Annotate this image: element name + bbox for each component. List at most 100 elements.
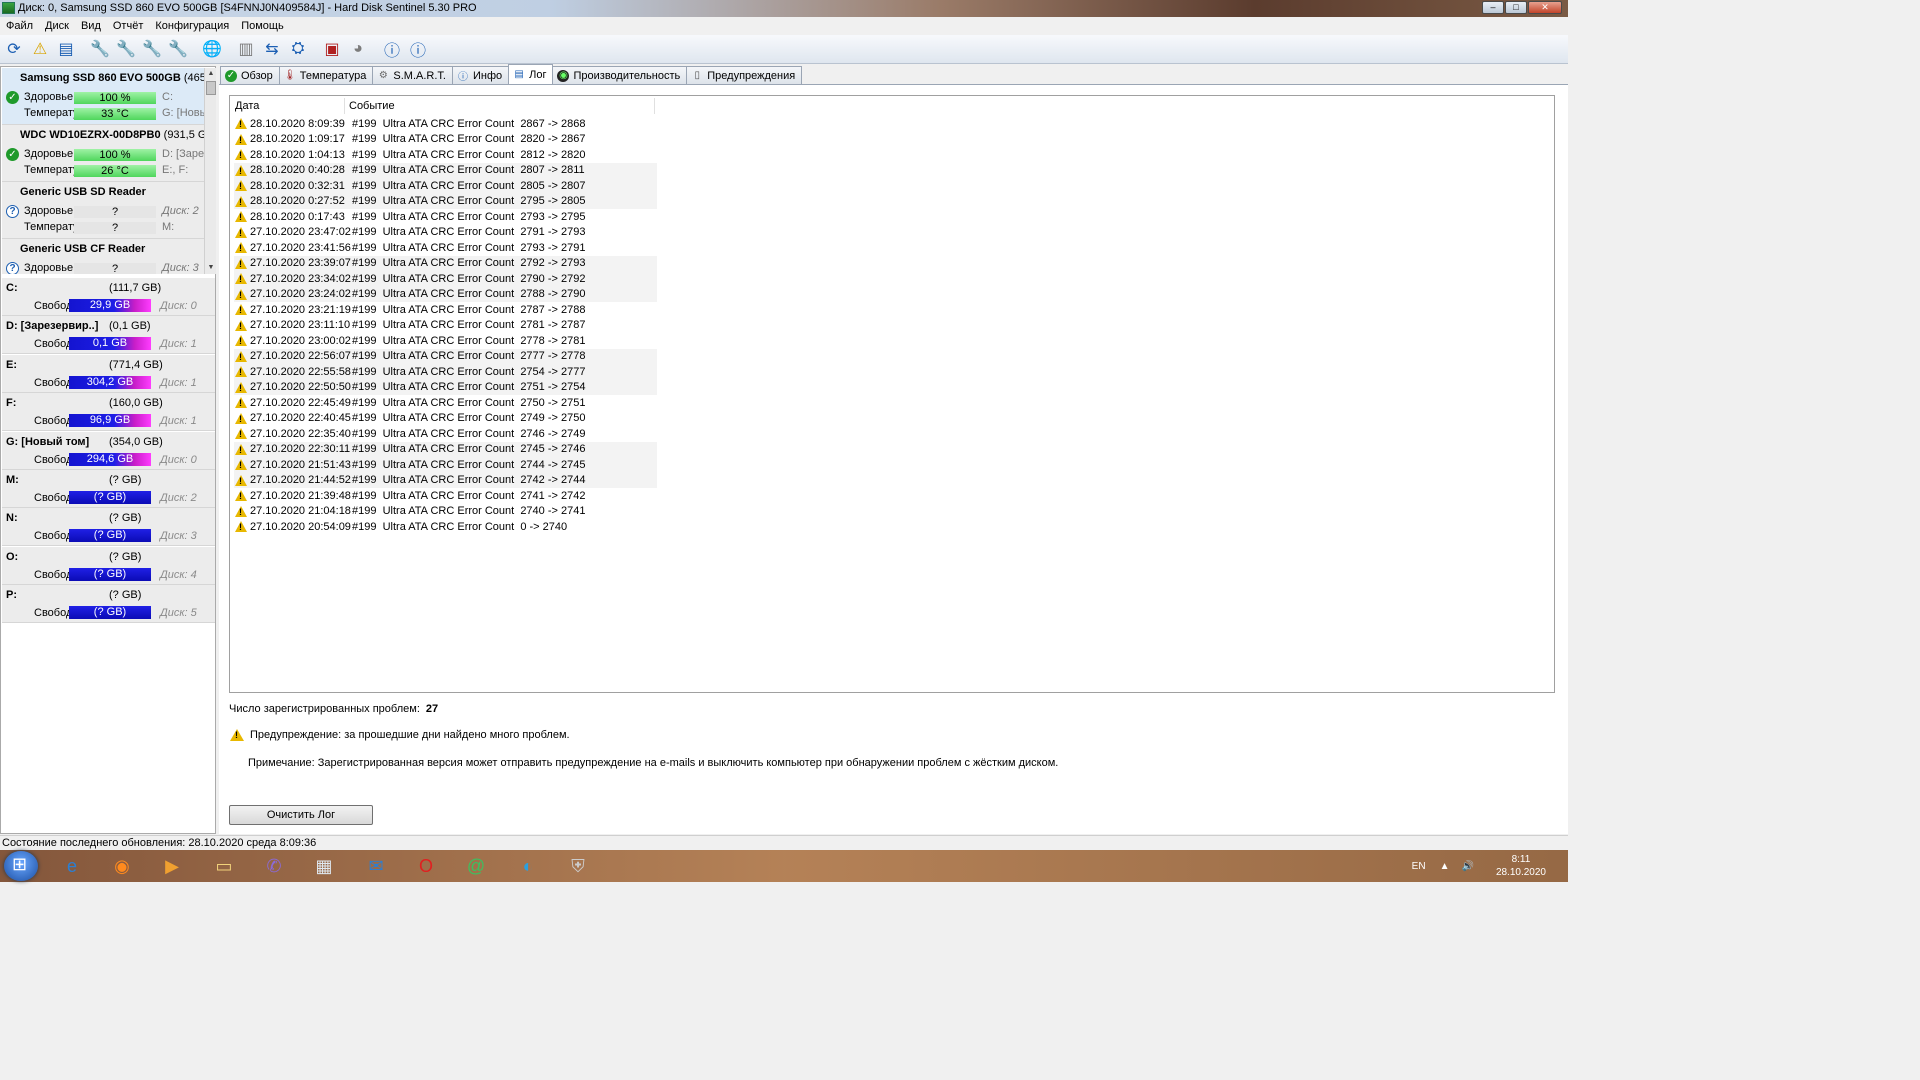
disk-item-cf-reader[interactable]: Generic USB CF Reader ? Здоровье: ? Диск… xyxy=(2,239,204,274)
wrench-icon[interactable]: 🔧 xyxy=(140,37,164,61)
volume-item-d[interactable]: D: [Зарезервир..] (0,1 GB) Свободно 0,1 … xyxy=(2,316,215,355)
close-button[interactable]: ✕ xyxy=(1528,1,1562,14)
volume-item-m[interactable]: M: (? GB) Свободно (? GB) Диск: 2 xyxy=(2,469,215,508)
table-row[interactable]: 27.10.2020 23:41:56#199 Ultra ATA CRC Er… xyxy=(234,240,657,256)
warning-icon xyxy=(235,257,247,269)
mail-icon[interactable]: @ xyxy=(456,852,496,880)
volume-item-e[interactable]: E: (771,4 GB) Свободно 304,2 GB Диск: 1 xyxy=(2,354,215,393)
table-row[interactable]: 27.10.2020 21:04:18#199 Ultra ATA CRC Er… xyxy=(234,504,657,520)
table-row[interactable]: 28.10.2020 0:17:43 #199 Ultra ATA CRC Err… xyxy=(234,209,657,225)
wrench-icon[interactable]: 🔧 xyxy=(166,37,190,61)
table-row[interactable]: 27.10.2020 23:21:19#199 Ultra ATA CRC Er… xyxy=(234,302,657,318)
minimize-button[interactable]: – xyxy=(1482,1,1504,14)
network-icon[interactable]: ⛭ xyxy=(286,37,310,61)
table-row[interactable]: 28.10.2020 0:32:31 #199 Ultra ATA CRC Err… xyxy=(234,178,657,194)
log-event: #199 Ultra ATA CRC Error Count 2793 -> 2… xyxy=(352,241,586,254)
viber-icon[interactable]: ✆ xyxy=(254,852,294,880)
refresh-icon[interactable]: ⟳ xyxy=(2,37,26,61)
tab-log[interactable]: ▤ Лог xyxy=(508,64,554,84)
table-row[interactable]: 27.10.2020 22:50:50#199 Ultra ATA CRC Er… xyxy=(234,379,657,395)
alert-icon[interactable]: ⚠ xyxy=(28,37,52,61)
table-row[interactable]: 27.10.2020 23:34:02#199 Ultra ATA CRC Er… xyxy=(234,271,657,287)
tab-temperature[interactable]: 🌡 Температура xyxy=(278,66,374,84)
scroll-thumb[interactable] xyxy=(206,81,216,95)
sync-icon[interactable]: ⇆ xyxy=(260,37,284,61)
disk-list-scrollbar[interactable]: ▲ ▼ xyxy=(204,68,216,274)
thermometer-icon: 🌡 xyxy=(283,70,297,81)
table-row[interactable]: 27.10.2020 23:39:07#199 Ultra ATA CRC Er… xyxy=(234,255,657,271)
disk-icon[interactable]: ▤ xyxy=(54,37,78,61)
table-row[interactable]: 27.10.2020 23:24:02#199 Ultra ATA CRC Er… xyxy=(234,286,657,302)
tab-smart[interactable]: ⚙ S.M.A.R.T. xyxy=(372,66,453,84)
explorer-icon[interactable]: ▭ xyxy=(204,852,244,880)
monitor-icon[interactable]: ▣ xyxy=(320,37,344,61)
volume-icon[interactable]: 🔊 xyxy=(1461,861,1473,872)
report-icon[interactable]: ▥ xyxy=(234,37,258,61)
menu-configuration[interactable]: Конфигурация xyxy=(149,17,235,35)
menu-view[interactable]: Вид xyxy=(75,17,107,35)
table-row[interactable]: 27.10.2020 22:56:07#199 Ultra ATA CRC Er… xyxy=(234,348,657,364)
table-row[interactable]: 28.10.2020 1:09:17 #199 Ultra ATA CRC Err… xyxy=(234,132,657,148)
scroll-down-icon[interactable]: ▼ xyxy=(205,262,217,274)
table-row[interactable]: 27.10.2020 20:54:09#199 Ultra ATA CRC Er… xyxy=(234,519,657,535)
menu-report[interactable]: Отчёт xyxy=(107,17,149,35)
volume-item-n[interactable]: N: (? GB) Свободно (? GB) Диск: 3 xyxy=(2,508,215,547)
log-event: #199 Ultra ATA CRC Error Count 2820 -> 2… xyxy=(352,133,586,146)
clear-log-button[interactable]: Очистить Лог xyxy=(229,805,373,825)
volume-item-g[interactable]: G: [Новый том] (354,0 GB) Свободно 294,6… xyxy=(2,431,215,470)
column-header-date[interactable]: Дата xyxy=(231,98,345,114)
table-row[interactable]: 27.10.2020 22:55:58#199 Ultra ATA CRC Er… xyxy=(234,364,657,380)
table-row[interactable]: 27.10.2020 22:40:45#199 Ultra ATA CRC Er… xyxy=(234,411,657,427)
calculator-icon[interactable]: ▦ xyxy=(304,852,344,880)
wrench-icon[interactable]: 🔧 xyxy=(114,37,138,61)
clock[interactable]: 8:11 28.10.2020 xyxy=(1496,853,1546,879)
globe-icon[interactable]: 🌐 xyxy=(200,37,224,61)
gauge-icon[interactable]: ◕ xyxy=(346,37,370,61)
firefox-icon[interactable]: ◉ xyxy=(102,852,142,880)
wrench-icon[interactable]: 🔧 xyxy=(88,37,112,61)
table-row[interactable]: 27.10.2020 23:00:02#199 Ultra ATA CRC Er… xyxy=(234,333,657,349)
table-row[interactable]: 28.10.2020 8:09:39 #199 Ultra ATA CRC Err… xyxy=(234,116,657,132)
table-row[interactable]: 27.10.2020 21:51:43#199 Ultra ATA CRC Er… xyxy=(234,457,657,473)
table-row[interactable]: 27.10.2020 23:47:02#199 Ultra ATA CRC Er… xyxy=(234,225,657,241)
disk-item-wdc[interactable]: WDC WD10EZRX-00D8PB0 (931,5 GB) Д ✓ Здор… xyxy=(2,125,204,182)
table-row[interactable]: 27.10.2020 22:35:40#199 Ultra ATA CRC Er… xyxy=(234,426,657,442)
table-row[interactable]: 27.10.2020 22:45:49#199 Ultra ATA CRC Er… xyxy=(234,395,657,411)
edge-icon[interactable]: ◐ xyxy=(508,852,548,880)
tab-info[interactable]: ⓘ Инфо xyxy=(451,66,510,84)
help-icon[interactable]: ⓘ xyxy=(380,37,404,61)
table-row[interactable]: 27.10.2020 21:39:48#199 Ultra ATA CRC Er… xyxy=(234,488,657,504)
maximize-button[interactable]: □ xyxy=(1505,1,1527,14)
volume-item-o[interactable]: O: (? GB) Свободно (? GB) Диск: 4 xyxy=(2,546,215,585)
table-row[interactable]: 27.10.2020 23:11:10#199 Ultra ATA CRC Er… xyxy=(234,318,657,334)
volume-item-f[interactable]: F: (160,0 GB) Свободно 96,9 GB Диск: 1 xyxy=(2,393,215,432)
wot-icon[interactable]: ⛨ xyxy=(558,852,598,880)
tab-overview[interactable]: ✓ Обзор xyxy=(220,66,280,84)
ie-icon[interactable]: e xyxy=(52,852,92,880)
table-row[interactable]: 28.10.2020 0:40:28 #199 Ultra ATA CRC Err… xyxy=(234,162,657,178)
log-date: 28.10.2020 0:40:28 xyxy=(250,164,345,177)
tray-arrow-icon[interactable]: ▲ xyxy=(1440,861,1450,872)
opera-icon[interactable]: O xyxy=(406,852,446,880)
tab-performance[interactable]: ◉ Производительность xyxy=(552,66,688,84)
outlook-icon[interactable]: ✉ xyxy=(356,852,396,880)
free-space-bar: (? GB) xyxy=(69,490,151,504)
disk-item-samsung[interactable]: Samsung SSD 860 EVO 500GB (465,8 GB) ✓ З… xyxy=(2,68,204,125)
menu-file[interactable]: Файл xyxy=(0,17,39,35)
menu-help[interactable]: Помощь xyxy=(235,17,290,35)
volume-item-p[interactable]: P: (? GB) Свободно (? GB) Диск: 5 xyxy=(2,585,215,624)
start-button[interactable] xyxy=(4,851,38,881)
disk-item-sd-reader[interactable]: Generic USB SD Reader ? Здоровье: ? Диск… xyxy=(2,182,204,239)
info-icon[interactable]: ⓘ xyxy=(406,37,430,61)
table-row[interactable]: 27.10.2020 21:44:52#199 Ultra ATA CRC Er… xyxy=(234,472,657,488)
table-row[interactable]: 28.10.2020 0:27:52 #199 Ultra ATA CRC Err… xyxy=(234,193,657,209)
media-player-icon[interactable]: ▶ xyxy=(152,852,192,880)
language-indicator[interactable]: EN xyxy=(1412,861,1426,872)
column-header-event[interactable]: Событие xyxy=(345,98,655,114)
volume-item-c[interactable]: C: (111,7 GB) Свободно 29,9 GB Диск: 0 xyxy=(2,278,215,316)
tab-warnings[interactable]: ▯ Предупреждения xyxy=(686,66,803,84)
table-row[interactable]: 27.10.2020 22:30:11#199 Ultra ATA CRC Er… xyxy=(234,441,657,457)
menu-disk[interactable]: Диск xyxy=(39,17,75,35)
table-row[interactable]: 28.10.2020 1:04:13 #199 Ultra ATA CRC Err… xyxy=(234,147,657,163)
scroll-up-icon[interactable]: ▲ xyxy=(205,68,217,80)
